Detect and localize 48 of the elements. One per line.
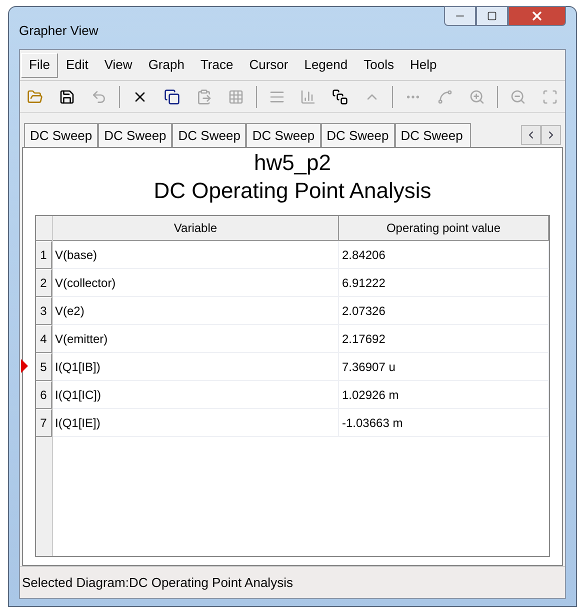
tab[interactable]: DC Sweep	[246, 123, 321, 147]
tab[interactable]: DC Sweep	[320, 123, 395, 147]
menu-item[interactable]: View	[96, 52, 140, 78]
table-cell: V(collector)	[53, 269, 339, 297]
row-number[interactable]: 2	[36, 269, 52, 297]
menu-item[interactable]: Cursor	[241, 52, 296, 78]
tab[interactable]: DC Sweep	[24, 123, 98, 147]
menu-item[interactable]: Trace	[192, 52, 242, 78]
tab[interactable]: DC Sweep	[172, 123, 246, 147]
table-cell: I(Q1[IB])	[53, 353, 339, 381]
row-number[interactable]: 1	[36, 241, 52, 269]
menu-item[interactable]: Tools	[356, 52, 402, 78]
status-text: Selected Diagram:DC Operating Point Analysis	[22, 574, 293, 592]
tab[interactable]: DC Sweep	[98, 123, 172, 147]
window-title: Grapher View	[19, 22, 98, 40]
table-cell: V(base)	[53, 241, 339, 269]
scroll-right-button[interactable]	[541, 125, 561, 145]
tab[interactable]: DC Sweep	[394, 123, 471, 147]
row-number[interactable]: 3	[36, 297, 52, 325]
menu-item[interactable]: Edit	[58, 52, 96, 78]
menu-item[interactable]: File	[21, 52, 58, 78]
table-cell: 2.07326	[339, 297, 549, 325]
maximize-icon	[487, 11, 497, 21]
row-number[interactable]: 7	[36, 409, 52, 437]
menu-item[interactable]: Legend	[296, 52, 356, 78]
close-button[interactable]	[508, 6, 566, 26]
table-cell: 2.84206	[339, 241, 549, 269]
table-cell: I(Q1[IE])	[53, 409, 339, 437]
table-cell: I(Q1[IC])	[53, 381, 339, 409]
scroll-left-button[interactable]	[521, 125, 541, 145]
menu-item[interactable]: Graph	[140, 52, 192, 78]
maximize-button[interactable]	[476, 6, 508, 26]
diagram-subtitle: DC Operating Point Analysis	[154, 177, 432, 205]
table-cell: 7.36907 u	[339, 353, 549, 381]
close-icon	[530, 9, 544, 23]
table-cell: V(emitter)	[53, 325, 339, 353]
diagram-title: hw5_p2	[254, 149, 332, 177]
table-cell: 6.91222	[339, 269, 549, 297]
table-cell: V(e2)	[53, 297, 339, 325]
table-cell: 2.17692	[339, 325, 549, 353]
menu-item[interactable]: Help	[402, 52, 445, 78]
row-number[interactable]: 5	[36, 353, 52, 381]
table-cell: 1.02926 m	[339, 381, 549, 409]
column-header[interactable]: Operating point value	[339, 216, 549, 241]
column-header[interactable]: Variable	[53, 216, 339, 241]
table-cell: -1.03663 m	[339, 409, 549, 437]
row-number[interactable]: 6	[36, 381, 52, 409]
row-number[interactable]: 4	[36, 325, 52, 353]
